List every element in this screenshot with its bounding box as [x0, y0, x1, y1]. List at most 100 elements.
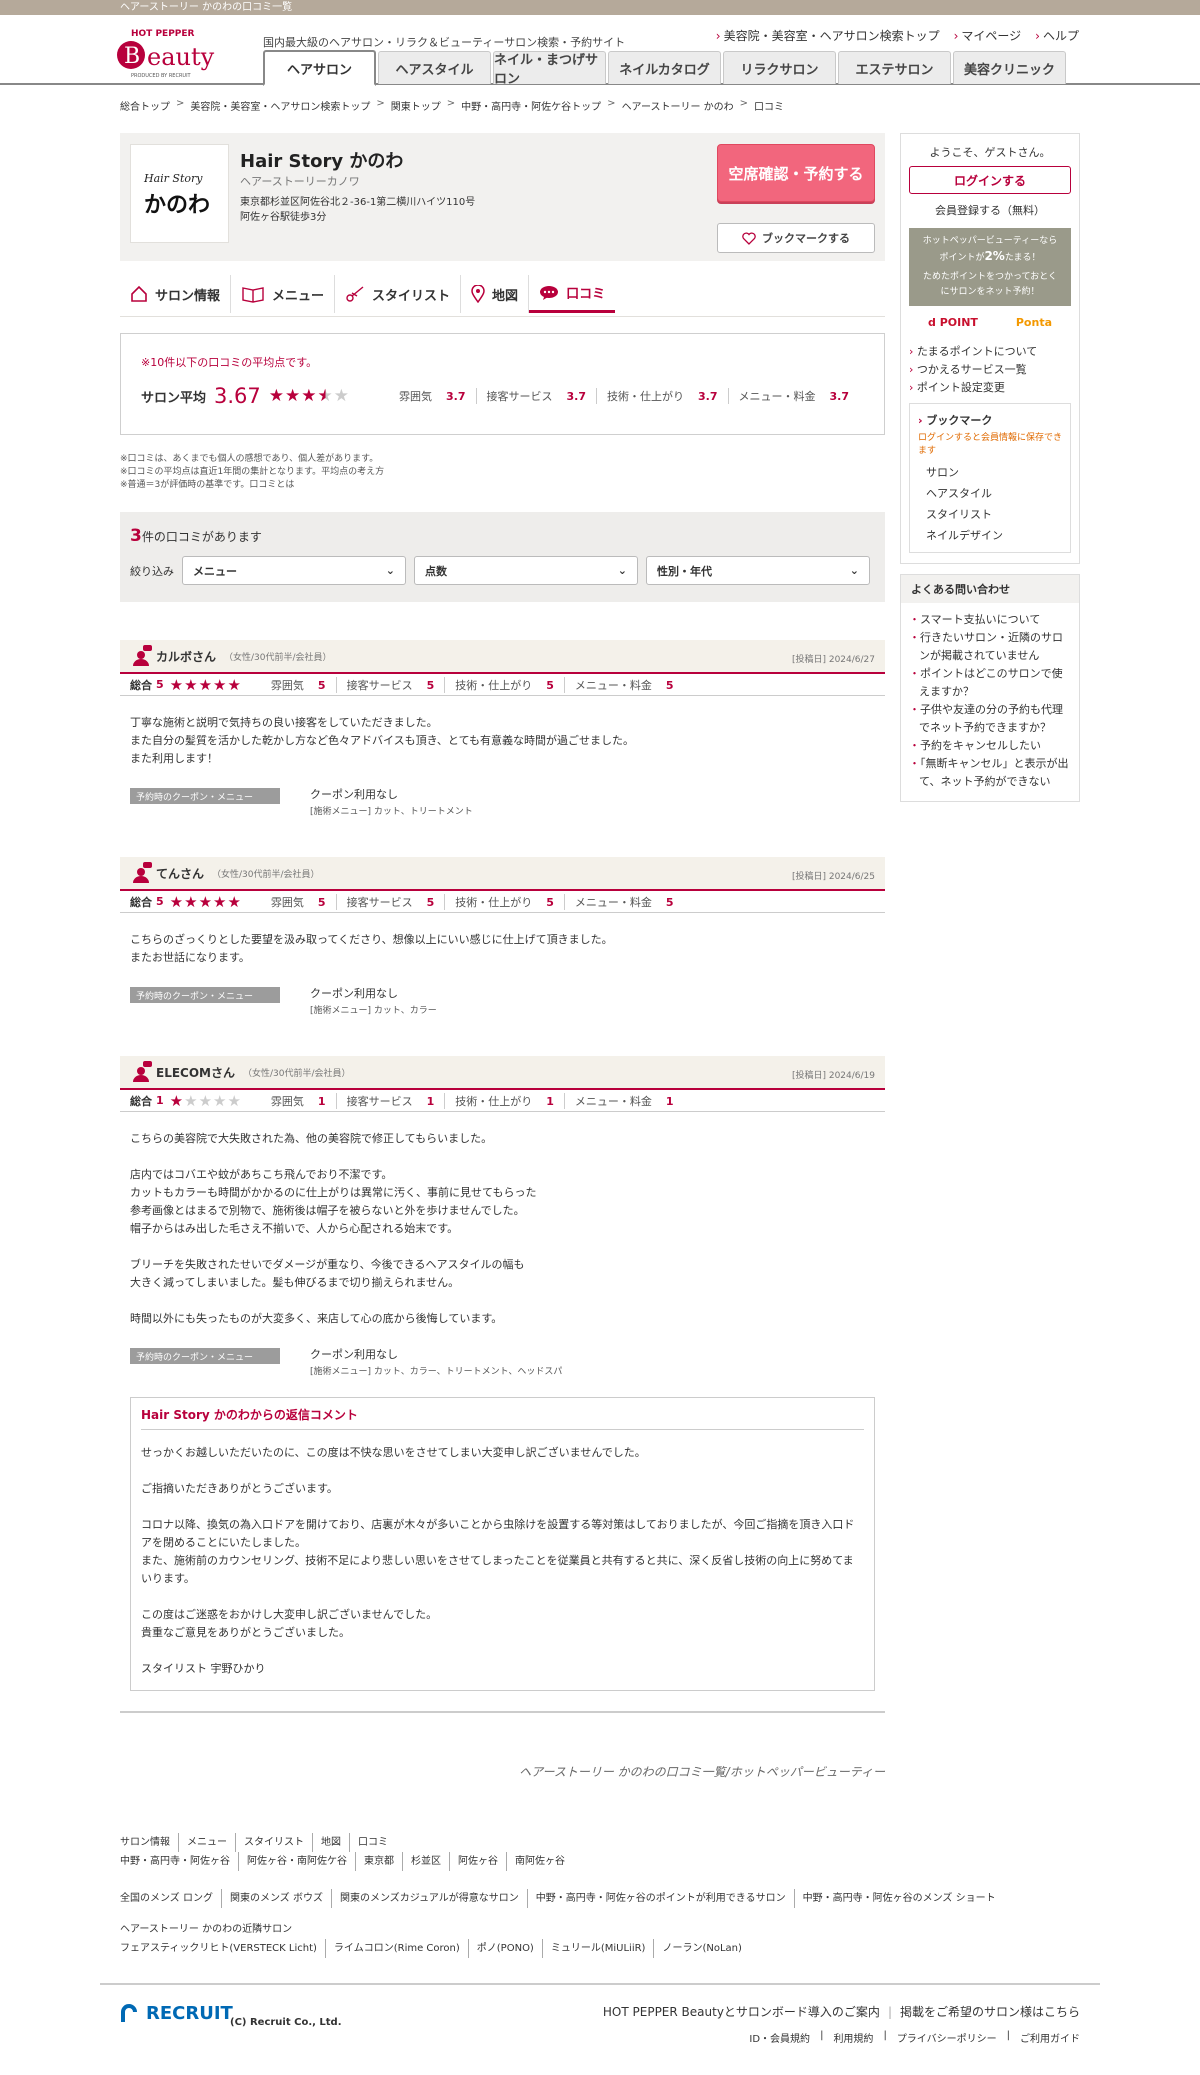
footer-area-link[interactable]: 杉並区	[403, 1852, 450, 1871]
footer-salon-link[interactable]: 口コミ	[350, 1833, 396, 1852]
footer-area-link[interactable]: 阿佐ヶ谷	[450, 1852, 507, 1871]
review-scores: 総合 1 ★ ★ ★ ★ ★ 雰囲気 1 接客サービス 1 技術・仕上がり 1 メニュー・料金 1	[120, 1090, 885, 1112]
subtab-menu[interactable]: メニュー	[231, 275, 336, 313]
reviewer-name: ELECOMさん	[156, 1065, 235, 1080]
ponta-logo: Ponta	[1015, 316, 1053, 329]
reserve-button[interactable]: 空席確認・予約する	[717, 144, 875, 202]
tab-nail-eyelash[interactable]: ネイル・まつげサロン	[493, 51, 606, 87]
star-icon: ★	[169, 1091, 184, 1110]
star-icon: ★	[213, 675, 227, 694]
nearby-title: ヘアーストーリー かのわの近隣サロン	[120, 1924, 293, 1935]
bookmark-button[interactable]: ブックマークする	[717, 223, 875, 253]
faq-item[interactable]: 行きたいサロン・近隣のサロンが掲載されていません	[909, 629, 1071, 665]
footer-related-link[interactable]: 関東のメンズ ボウズ	[222, 1889, 332, 1908]
filter-gender-age-select[interactable]: 性別・年代 ⌄	[646, 556, 870, 585]
faq-item[interactable]: スマート支払いについて	[909, 611, 1071, 629]
breadcrumb-item[interactable]: 総合トップ	[120, 98, 170, 113]
bookmark-item[interactable]: ヘアスタイル	[926, 483, 1062, 504]
review-header: ELECOMさん （女性/30代前半/会社員） [投稿日] 2024/6/19	[120, 1056, 885, 1090]
point-link[interactable]: つかえるサービス一覧	[909, 361, 1071, 379]
footer-related-link[interactable]: 中野・高円寺・阿佐ヶ谷のポイントが利用できるサロン	[528, 1889, 795, 1908]
coupon-label: 予約時のクーポン・メニュー	[130, 788, 280, 804]
header-link-help[interactable]: ヘルプ	[1035, 27, 1079, 44]
bookmark-box: ブックマーク ログインすると会員情報に保存できます サロン ヘアスタイル スタイ…	[909, 403, 1071, 553]
chevron-down-icon: ⌄	[617, 564, 627, 577]
review-body: こちらのざっくりとした要望を汲み取ってくださり、想像以上にいい感じに仕上げて頂き…	[130, 933, 613, 964]
hotpepper-beauty-logo[interactable]: HOT PEPPER B eauty PRODUCED BY RECRUIT	[117, 23, 237, 79]
footer-salon-link[interactable]: サロン情報	[120, 1833, 179, 1852]
review-date: [投稿日] 2024/6/25	[791, 872, 875, 882]
tab-hair-salon[interactable]: ヘアサロン	[263, 50, 376, 86]
bookmark-item[interactable]: サロン	[926, 462, 1062, 483]
tab-beauty-clinic[interactable]: 美容クリニック	[953, 51, 1066, 84]
reply-title: Hair Story かのわからの返信コメント	[141, 1406, 864, 1430]
bookmark-title[interactable]: ブックマーク	[918, 412, 1062, 428]
footer-salon-link[interactable]: 地図	[313, 1833, 350, 1852]
star-icon: ★	[198, 675, 213, 694]
footer-nearby-salon-link[interactable]: ライムコロン(Rime Coron)	[326, 1939, 469, 1958]
subtab-map[interactable]: 地図	[461, 275, 530, 313]
user-icon	[132, 1061, 152, 1083]
footer-area-link[interactable]: 南阿佐ヶ谷	[507, 1852, 573, 1871]
subtab-salon-info[interactable]: サロン情報	[120, 275, 232, 313]
star-icon: ★	[184, 675, 198, 694]
breadcrumb-item[interactable]: ヘアーストーリー かのわ	[622, 98, 734, 113]
tab-nail-catalog[interactable]: ネイルカタログ	[608, 51, 721, 84]
tab-hair-style[interactable]: ヘアスタイル	[378, 51, 491, 84]
tab-esthe-salon[interactable]: エステサロン	[838, 51, 951, 84]
footer-salon-link[interactable]: スタイリスト	[236, 1833, 313, 1852]
salon-kana: ヘアーストーリーカノワ	[240, 175, 360, 188]
note-line: ※口コミの平均点は直近1年間の集計となります。平均点の考え方	[120, 467, 385, 477]
site-footer: RECRUIT (C) Recruit Co., Ltd. HOT PEPPER…	[100, 1983, 1100, 2075]
filter-score-select[interactable]: 点数 ⌄	[414, 556, 638, 585]
review-header: てんさん （女性/30代前半/会社員） [投稿日] 2024/6/25	[120, 857, 885, 891]
footer-nearby-salon-link[interactable]: ポノ(PONO)	[469, 1939, 543, 1958]
review-category: 雰囲気 1	[261, 1092, 337, 1109]
bookmark-item[interactable]: ネイルデザイン	[926, 525, 1062, 546]
footer-nearby-salon-link[interactable]: ノーラン(NoLan)	[654, 1939, 749, 1958]
scissors-icon	[346, 286, 364, 302]
review-category: メニュー・料金 5	[574, 895, 674, 909]
footer-link-listing[interactable]: 掲載をご希望のサロン様はこちら	[900, 2005, 1080, 2019]
footer-link-salonboard[interactable]: HOT PEPPER Beautyとサロンボード導入のご案内	[603, 2005, 880, 2019]
breadcrumb-item[interactable]: 関東トップ	[391, 98, 441, 113]
header-link-mypage[interactable]: マイページ	[954, 27, 1021, 44]
footer-related-link[interactable]: 全国のメンズ ロング	[120, 1889, 222, 1908]
review-stars: ★ ★ ★ ★ ★	[170, 676, 241, 694]
register-link[interactable]: 会員登録する（無料）	[909, 202, 1071, 218]
faq-item[interactable]: 子供や友達の分の予約も代理でネット予約できますか？	[909, 701, 1071, 737]
footer-nearby-salon-link[interactable]: ミュリール(MiULiiR)	[543, 1939, 655, 1958]
footer-related-link[interactable]: 関東のメンズカジュアルが得意なサロン	[332, 1889, 528, 1908]
point-links: たまるポイントについて つかえるサービス一覧 ポイント設定変更	[909, 343, 1071, 397]
footer-nearby-salon-link[interactable]: フェアスティックリヒト(VERSTECK Licht)	[120, 1939, 326, 1958]
total-label: 総合	[130, 678, 152, 692]
header-link-search-top[interactable]: 美容院・美容室・ヘアサロン検索トップ	[716, 27, 940, 44]
filter-menu-select[interactable]: メニュー ⌄	[182, 556, 406, 585]
footer-link-privacy[interactable]: プライバシーポリシー	[897, 2030, 997, 2045]
footer-area-link[interactable]: 中野・高円寺・阿佐ヶ谷	[120, 1852, 239, 1871]
tab-relax-salon[interactable]: リラクサロン	[723, 51, 836, 84]
faq-item[interactable]: 予約をキャンセルしたい	[909, 737, 1071, 755]
subtab-reviews[interactable]: 口コミ	[529, 275, 616, 313]
breadcrumb-item[interactable]: 中野・高円寺・阿佐ケ谷トップ	[461, 98, 601, 113]
breadcrumb-item[interactable]: 美容院・美容室・ヘアサロン検索トップ	[190, 98, 370, 113]
login-button[interactable]: ログインする	[909, 166, 1071, 194]
footer-link-terms-id[interactable]: ID・会員規約	[749, 2030, 810, 2045]
footer-area-link[interactable]: 阿佐ヶ谷・南阿佐ケ谷	[239, 1852, 356, 1871]
footer-salon-link[interactable]: メニュー	[179, 1833, 236, 1852]
salon-header: Hair Story かのわ Hair Story かのわ ヘアーストーリーカノ…	[120, 133, 885, 261]
footer-related-link[interactable]: 中野・高円寺・阿佐ヶ谷のメンズ ショート	[795, 1889, 1004, 1908]
review-category: メニュー・料金 1	[574, 1094, 674, 1108]
coupon-menu: [施術メニュー] カット、カラー	[310, 1006, 437, 1016]
footer-link-terms[interactable]: 利用規約	[833, 2030, 873, 2045]
footer-area-link[interactable]: 東京都	[356, 1852, 403, 1871]
point-link[interactable]: たまるポイントについて	[909, 343, 1071, 361]
subtab-stylist[interactable]: スタイリスト	[335, 275, 462, 313]
coupon-label: 予約時のクーポン・メニュー	[130, 987, 280, 1003]
faq-item[interactable]: 「無断キャンセル」と表示が出て、ネット予約ができない	[909, 755, 1071, 791]
footer-link-guide[interactable]: ご利用ガイド	[1020, 2030, 1080, 2045]
point-link[interactable]: ポイント設定変更	[909, 379, 1071, 397]
faq-item[interactable]: ポイントはどこのサロンで使えますか？	[909, 665, 1071, 701]
reviewer-name: カルボさん	[156, 649, 217, 664]
bookmark-item[interactable]: スタイリスト	[926, 504, 1062, 525]
